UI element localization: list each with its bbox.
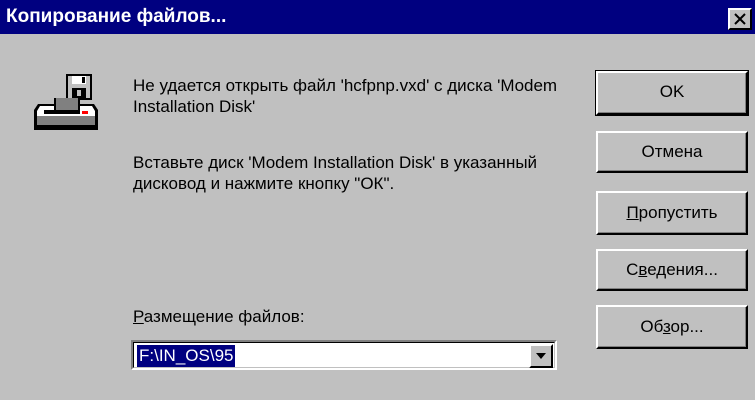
floppy-drive-icon bbox=[34, 74, 98, 130]
location-label-text: азмещение файлов: bbox=[143, 307, 305, 326]
location-label: Размещение файлов: bbox=[133, 306, 305, 327]
location-label-hotkey: Р bbox=[133, 307, 144, 326]
location-value[interactable]: F:\IN_OS\95 bbox=[137, 345, 236, 367]
skip-hotkey: П bbox=[626, 203, 639, 222]
instruction-message: Вставьте диск 'Modem Installation Disk' … bbox=[133, 153, 538, 193]
location-combobox[interactable]: F:\IN_OS\95 bbox=[131, 340, 557, 370]
details-label: едения... bbox=[647, 260, 718, 279]
error-message: Не удается открыть файл 'hcfpnp.vxd' с д… bbox=[133, 76, 558, 116]
browse-label: ор... bbox=[670, 317, 704, 336]
cancel-button[interactable]: Отмена bbox=[596, 131, 748, 173]
browse-label-pre: Об bbox=[640, 317, 663, 336]
details-hotkey: в bbox=[638, 260, 648, 279]
browse-button[interactable]: Обзор... bbox=[596, 305, 748, 349]
skip-button[interactable]: Пропустить bbox=[596, 191, 748, 235]
details-label-pre: С bbox=[626, 260, 639, 279]
copy-files-dialog: Копирование файлов... Не удается открыть… bbox=[0, 0, 755, 400]
skip-label: ропустить bbox=[638, 203, 718, 222]
dialog-title: Копирование файлов... bbox=[6, 6, 227, 27]
browse-hotkey: з bbox=[662, 317, 671, 336]
ok-button[interactable]: OK bbox=[595, 70, 749, 116]
close-button[interactable] bbox=[728, 8, 752, 30]
details-button[interactable]: Сведения... bbox=[596, 249, 748, 291]
title-bar[interactable]: Копирование файлов... bbox=[0, 0, 755, 34]
chevron-down-icon bbox=[536, 353, 546, 359]
location-dropdown-button[interactable] bbox=[529, 344, 553, 368]
close-icon bbox=[734, 13, 746, 25]
